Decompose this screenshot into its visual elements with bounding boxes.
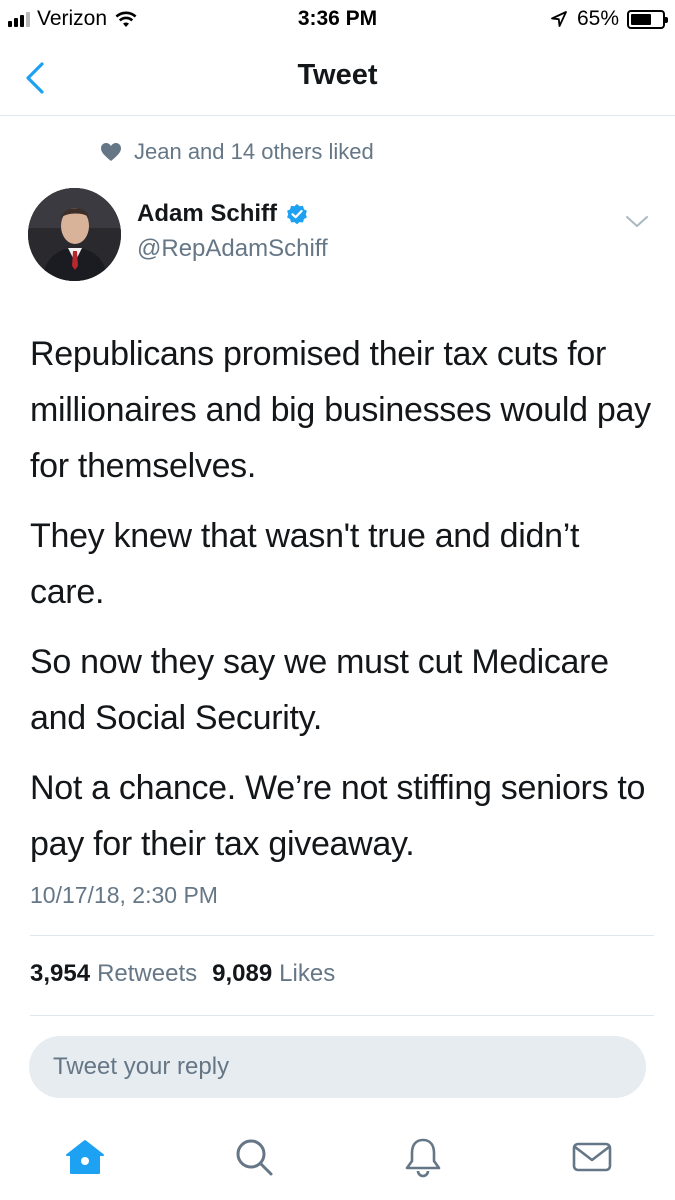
search-icon [236, 1139, 273, 1176]
tweet-timestamp: 10/17/18, 2:30 PM [30, 882, 218, 908]
author-handle[interactable]: @RepAdamSchiff [137, 235, 328, 263]
chevron-down-icon [626, 216, 648, 227]
divider [30, 935, 654, 936]
retweets-label: Retweets [97, 960, 198, 987]
home-icon [66, 1140, 104, 1174]
social-context[interactable]: Jean and 14 others liked [100, 139, 374, 165]
tweet-stats: 3,954 Retweets 9,089 Likes [30, 960, 350, 988]
battery-icon [627, 9, 668, 29]
location-arrow-icon [551, 11, 567, 27]
avatar-photo [28, 188, 121, 281]
battery-percent: 65% [576, 7, 619, 30]
tab-home[interactable] [63, 1135, 107, 1179]
social-context-text: Jean and 14 others liked [134, 139, 374, 164]
avatar[interactable] [28, 188, 121, 281]
author-name: Adam Schiff [137, 200, 278, 227]
retweets-stat[interactable]: 3,954 Retweets [30, 960, 197, 988]
tweet-text: Republicans promised their tax cuts for … [30, 326, 660, 886]
reply-input[interactable]: Tweet your reply [29, 1036, 646, 1098]
battery-level [631, 13, 651, 25]
heart-icon [101, 143, 121, 161]
tweet-paragraph: So now they say we must cut Medicare and… [30, 643, 609, 737]
tab-messages[interactable] [570, 1135, 614, 1179]
likes-label: Likes [279, 960, 336, 987]
tab-bar [0, 1125, 675, 1200]
status-bar: Verizon 3:36 PM 65% [0, 0, 675, 40]
navigation-bar: Tweet [0, 40, 675, 116]
tweet-paragraph: Republicans promised their tax cuts for … [30, 335, 651, 485]
retweets-count: 3,954 [30, 960, 91, 987]
tweet-paragraph: Not a chance. We’re not stiffing seniors… [30, 769, 646, 863]
divider [30, 1015, 654, 1016]
likes-count: 9,089 [212, 960, 273, 987]
notifications-bell-icon [405, 1138, 441, 1178]
tab-search[interactable] [232, 1135, 276, 1179]
tweet-detail-screen: Verizon 3:36 PM 65% Tweet Jean and 14 ot… [0, 0, 675, 1200]
tweet-options-button[interactable] [622, 210, 652, 232]
status-right: 65% [550, 7, 668, 31]
tweet-paragraph: They knew that wasn't true and didn’t ca… [30, 517, 580, 611]
messages-envelope-icon [572, 1142, 612, 1172]
tab-notifications[interactable] [401, 1135, 445, 1179]
likes-stat[interactable]: 9,089 Likes [212, 960, 335, 988]
author-name-row[interactable]: Adam Schiff [137, 200, 309, 228]
page-title: Tweet [297, 59, 378, 91]
verified-badge-icon [287, 204, 307, 225]
